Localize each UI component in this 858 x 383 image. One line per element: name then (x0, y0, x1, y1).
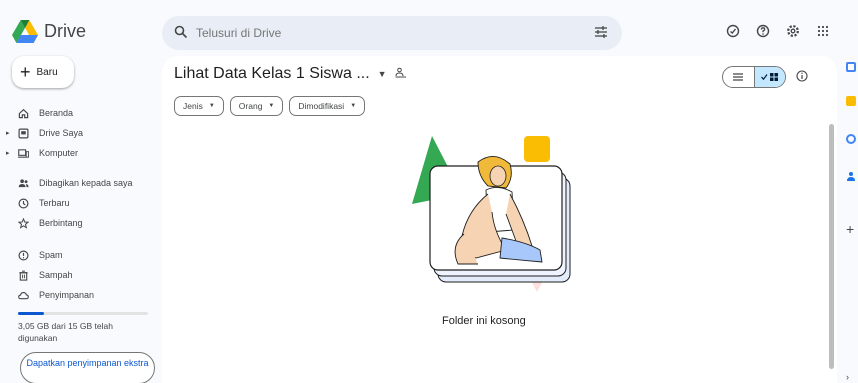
star-icon (18, 217, 29, 229)
shared-icon (18, 178, 29, 187)
view-toggle[interactable] (722, 66, 786, 88)
folder-title-row[interactable]: Lihat Data Kelas 1 Siswa ... ▼ (174, 65, 407, 83)
chip-label: Jenis (183, 101, 203, 111)
calendar-icon[interactable] (846, 62, 856, 72)
empty-folder-illustration (412, 136, 571, 292)
sidebar-item-starred[interactable]: Berbintang (8, 214, 158, 232)
sidebar-item-computers[interactable]: ▸ Komputer (6, 144, 158, 162)
chip-label: Dimodifikasi (298, 101, 345, 111)
top-icons (725, 23, 831, 39)
sidebar-item-label: Komputer (39, 148, 79, 158)
empty-folder-message: Folder ini kosong (442, 315, 526, 327)
drive-logo[interactable]: Drive (12, 20, 86, 43)
trash-icon (19, 270, 28, 281)
top-bar: Drive (0, 0, 858, 64)
sidebar-item-my-drive[interactable]: ▸ Drive Saya (6, 124, 158, 142)
main-panel: Lihat Data Kelas 1 Siswa ... ▼ Jenis ▼ O… (162, 56, 837, 383)
chevron-down-icon: ▼ (268, 103, 275, 109)
offline-status-icon[interactable] (725, 23, 741, 39)
filter-chips: Jenis ▼ Orang ▼ Dimodifikasi ▼ (174, 96, 366, 116)
app-name: Drive (44, 21, 87, 41)
page-title[interactable]: Lihat Data Kelas 1 Siswa ... (174, 65, 370, 83)
clock-icon (18, 198, 29, 208)
new-button-label: Baru (36, 66, 58, 78)
storage-usage-text: 3,05 GB dari 15 GB telah digunakan (18, 321, 113, 343)
list-view-icon[interactable] (723, 67, 754, 87)
search-options-icon[interactable] (594, 25, 608, 44)
chevron-down-icon: ▼ (208, 103, 215, 109)
scrollbar[interactable] (829, 124, 834, 369)
sidebar-item-trash[interactable]: Sampah (8, 266, 158, 284)
expand-caret-icon[interactable]: ▸ (6, 149, 10, 157)
search-bar[interactable] (162, 16, 622, 50)
info-icon[interactable] (796, 69, 808, 87)
sidebar-item-label: Drive Saya (39, 128, 84, 138)
sidebar-item-label: Spam (39, 250, 63, 260)
home-icon (18, 108, 29, 118)
apps-grid-icon[interactable] (815, 23, 831, 39)
filter-type-chip[interactable]: Jenis ▼ (174, 96, 224, 116)
sidebar-item-storage[interactable]: Penyimpanan (8, 286, 158, 304)
contacts-icon[interactable] (846, 168, 856, 181)
storage-usage-bar (18, 312, 148, 315)
sidebar-item-label: Sampah (39, 270, 73, 280)
get-more-storage-button[interactable]: Dapatkan penyimpanan ekstra (20, 352, 155, 383)
sidebar-item-label: Berbintang (39, 218, 83, 228)
chevron-right-icon[interactable]: › (846, 372, 849, 382)
tasks-icon[interactable] (846, 134, 856, 144)
drive-logo-icon (12, 20, 38, 43)
grid-view-icon[interactable] (753, 67, 785, 87)
search-input[interactable] (196, 24, 576, 42)
settings-icon[interactable] (785, 23, 801, 39)
storage-usage-fill (18, 312, 44, 315)
spam-icon (18, 250, 29, 260)
expand-caret-icon[interactable]: ▸ (6, 129, 10, 137)
sidebar-item-label: Dibagikan kepada saya (39, 178, 133, 188)
sidebar-item-label: Penyimpanan (39, 290, 95, 300)
yellow-shape (524, 136, 550, 162)
chevron-down-icon[interactable]: ▼ (378, 69, 387, 79)
sidebar-item-spam[interactable]: Spam (8, 246, 158, 264)
search-icon[interactable] (174, 25, 188, 44)
sidebar-item-label: Beranda (39, 108, 74, 118)
add-addon-icon[interactable]: + (846, 222, 856, 236)
plus-icon: + (20, 62, 31, 82)
sidebar-item-recent[interactable]: Terbaru (8, 194, 158, 212)
keep-icon[interactable] (846, 96, 856, 106)
chevron-down-icon: ▼ (350, 103, 357, 109)
sidebar-item-home[interactable]: Beranda (8, 104, 158, 122)
chip-label: Orang (238, 101, 263, 111)
new-button[interactable]: + Baru (12, 56, 74, 88)
my-drive-icon (18, 128, 29, 138)
computer-icon (18, 148, 29, 158)
sidebar: + Baru Beranda ▸ Drive Saya ▸ Komputer D… (0, 56, 160, 383)
side-panel: + › (840, 56, 858, 383)
sidebar-item-shared-with-me[interactable]: Dibagikan kepada saya (8, 174, 158, 192)
cloud-icon (18, 291, 29, 299)
scrollbar-thumb[interactable] (829, 124, 834, 369)
filter-people-chip[interactable]: Orang ▼ (229, 96, 284, 116)
help-icon[interactable] (755, 23, 771, 39)
sidebar-item-label: Terbaru (39, 198, 70, 208)
shared-folder-icon (395, 65, 407, 83)
filter-modified-chip[interactable]: Dimodifikasi ▼ (289, 96, 366, 116)
